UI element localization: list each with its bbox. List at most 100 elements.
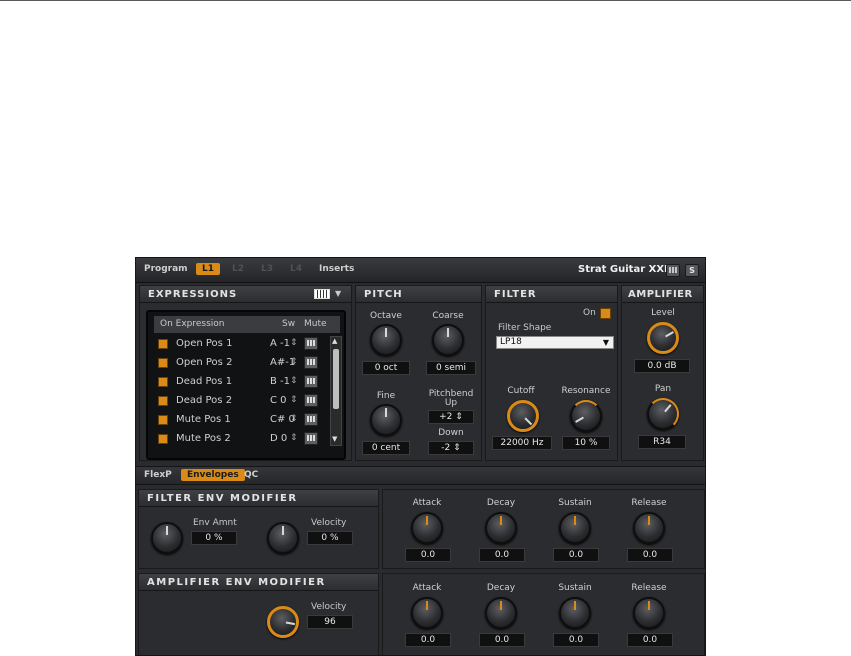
pitchbend-down-value[interactable]: -2 ⇕ xyxy=(428,441,474,455)
expression-name: Open Pos 1 xyxy=(176,338,233,349)
amp-release-label: Release xyxy=(631,583,667,593)
mute-button[interactable]: III xyxy=(304,375,318,388)
filter-attack-value[interactable]: 0.0 xyxy=(405,548,451,562)
pitch-header: PITCH xyxy=(356,286,481,303)
tab-envelopes[interactable]: Envelopes xyxy=(181,469,245,481)
column-mute: Mute xyxy=(304,319,327,329)
amp-velocity-value[interactable]: 96 xyxy=(307,615,353,629)
list-item[interactable]: Dead Pos 2 C 0 ⇕ III xyxy=(158,393,328,411)
mute-button[interactable]: III xyxy=(304,356,318,369)
amp-velocity-knob[interactable] xyxy=(267,606,299,638)
pitchbend-up-text: +2 xyxy=(439,412,453,422)
tab-l1[interactable]: L1 xyxy=(196,263,220,275)
filter-shape-dropdown[interactable]: LP18 ▼ xyxy=(496,336,614,349)
expression-key[interactable]: A -1 xyxy=(270,338,290,349)
level-value[interactable]: 0.0 dB xyxy=(634,359,690,373)
key-spinner-icon[interactable]: ⇕ xyxy=(290,433,298,443)
pitchbend-up-value[interactable]: +2 ⇕ xyxy=(428,410,474,424)
expression-scrollbar[interactable]: ▲ ▼ xyxy=(330,336,342,446)
coarse-knob[interactable] xyxy=(432,324,464,356)
expression-on-toggle[interactable] xyxy=(158,339,168,349)
amp-attack-value[interactable]: 0.0 xyxy=(405,633,451,647)
list-item[interactable]: Mute Pos 2 D 0 ⇕ III xyxy=(158,431,328,449)
key-spinner-icon[interactable]: ⇕ xyxy=(290,376,298,386)
mute-button[interactable]: III xyxy=(304,413,318,426)
filter-release-value[interactable]: 0.0 xyxy=(627,548,673,562)
octave-knob[interactable] xyxy=(370,324,402,356)
octave-value[interactable]: 0 oct xyxy=(362,361,410,375)
key-spinner-icon[interactable]: ⇕ xyxy=(290,414,298,424)
tab-program[interactable]: Program xyxy=(144,264,188,274)
fine-value[interactable]: 0 cent xyxy=(362,441,410,455)
tab-inserts[interactable]: Inserts xyxy=(319,264,354,274)
subtab-bar: FlexP Envelopes QC xyxy=(136,466,705,485)
list-item[interactable]: Mute Pos 1 C# 0 ⇕ III xyxy=(158,412,328,430)
amp-attack-knob[interactable] xyxy=(411,597,443,629)
tab-qc[interactable]: QC xyxy=(244,470,258,480)
mute-button[interactable]: III xyxy=(304,394,318,407)
cutoff-value[interactable]: 22000 Hz xyxy=(492,436,552,450)
amp-sustain-knob[interactable] xyxy=(559,597,591,629)
fine-knob[interactable] xyxy=(370,404,402,436)
program-tab-bar: Program L1 L2 L3 L4 Inserts Strat Guitar… xyxy=(136,258,705,283)
filter-env-header: FILTER ENV MODIFIER xyxy=(139,490,378,507)
key-spinner-icon[interactable]: ⇕ xyxy=(290,357,298,367)
tab-l2[interactable]: L2 xyxy=(232,264,244,274)
coarse-value[interactable]: 0 semi xyxy=(426,361,476,375)
filter-velocity-value[interactable]: 0 % xyxy=(307,531,353,545)
amp-sustain-value[interactable]: 0.0 xyxy=(553,633,599,647)
filter-decay-knob[interactable] xyxy=(485,512,517,544)
expression-key[interactable]: B -1 xyxy=(270,376,290,387)
filter-sustain-knob[interactable] xyxy=(559,512,591,544)
level-knob[interactable] xyxy=(647,322,679,354)
pitch-panel: PITCH Octave 0 oct Coarse 0 semi Fine 0 … xyxy=(355,285,482,461)
expression-list-header: On Expression Sw Mute xyxy=(154,316,340,333)
chevron-down-icon[interactable]: ▼ xyxy=(335,289,341,298)
env-amount-knob[interactable] xyxy=(151,522,183,554)
mute-button[interactable]: III xyxy=(304,432,318,445)
expression-on-toggle[interactable] xyxy=(158,358,168,368)
pan-value[interactable]: R34 xyxy=(638,435,686,449)
tab-l3[interactable]: L3 xyxy=(261,264,273,274)
pan-knob[interactable] xyxy=(647,398,679,430)
keys-button[interactable]: III xyxy=(666,264,680,277)
expression-on-toggle[interactable] xyxy=(158,434,168,444)
tab-l4[interactable]: L4 xyxy=(290,264,302,274)
filter-sustain-value[interactable]: 0.0 xyxy=(553,548,599,562)
filter-velocity-knob[interactable] xyxy=(267,522,299,554)
amp-release-knob[interactable] xyxy=(633,597,665,629)
filter-on-toggle[interactable] xyxy=(600,308,611,319)
cutoff-knob[interactable] xyxy=(507,400,539,432)
list-item[interactable]: Open Pos 2 A#-1 ⇕ III xyxy=(158,355,328,373)
resonance-knob[interactable] xyxy=(570,400,602,432)
filter-release-knob[interactable] xyxy=(633,512,665,544)
key-spinner-icon[interactable]: ⇕ xyxy=(290,338,298,348)
amp-release-value[interactable]: 0.0 xyxy=(627,633,673,647)
tab-flexp[interactable]: FlexP xyxy=(144,470,172,480)
scroll-up-icon[interactable]: ▲ xyxy=(332,337,337,345)
resonance-value[interactable]: 10 % xyxy=(562,436,610,450)
mute-button[interactable]: III xyxy=(304,337,318,350)
amp-env-title: AMPLIFIER ENV MODIFIER xyxy=(147,577,326,588)
expression-on-toggle[interactable] xyxy=(158,377,168,387)
expression-on-toggle[interactable] xyxy=(158,415,168,425)
env-amount-value[interactable]: 0 % xyxy=(191,531,237,545)
column-sw: Sw xyxy=(282,319,296,329)
list-item[interactable]: Open Pos 1 A -1 ⇕ III xyxy=(158,336,328,354)
filter-decay-value[interactable]: 0.0 xyxy=(479,548,525,562)
piano-keys-icon[interactable] xyxy=(314,289,330,299)
solo-button[interactable]: S xyxy=(685,264,699,277)
filter-attack-knob[interactable] xyxy=(411,512,443,544)
amp-decay-value[interactable]: 0.0 xyxy=(479,633,525,647)
scroll-down-icon[interactable]: ▼ xyxy=(332,435,337,443)
expression-name: Open Pos 2 xyxy=(176,357,233,368)
expression-key[interactable]: C 0 xyxy=(270,395,287,406)
scrollbar-thumb[interactable] xyxy=(333,349,339,409)
expression-on-toggle[interactable] xyxy=(158,396,168,406)
amp-attack-label: Attack xyxy=(412,583,442,593)
key-spinner-icon[interactable]: ⇕ xyxy=(290,395,298,405)
list-item[interactable]: Dead Pos 1 B -1 ⇕ III xyxy=(158,374,328,392)
amp-decay-knob[interactable] xyxy=(485,597,517,629)
filter-decay-label: Decay xyxy=(486,498,516,508)
expression-key[interactable]: D 0 xyxy=(270,433,287,444)
